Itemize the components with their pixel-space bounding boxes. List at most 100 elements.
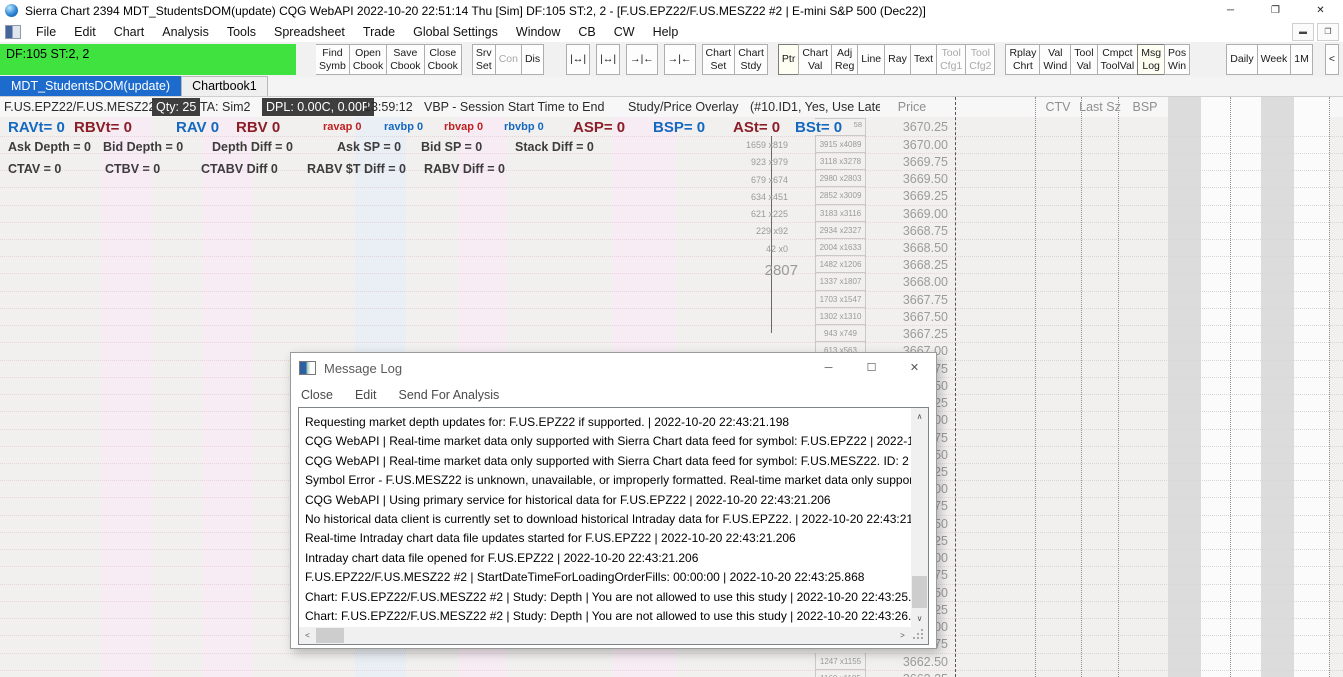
tool-config-2-button[interactable]: Tool Cfg2 <box>965 44 996 75</box>
study-value: RAVt= 0 <box>8 119 65 136</box>
tool-config-1-button[interactable]: Tool Cfg1 <box>936 44 967 75</box>
text-tool-button[interactable]: Text <box>909 44 938 75</box>
message-log-close-button[interactable]: ✕ <box>893 353 936 383</box>
menu-analysis[interactable]: Analysis <box>153 25 218 39</box>
pointer-button[interactable]: Ptr <box>777 44 800 75</box>
chart-studies-button[interactable]: Chart Stdy <box>734 44 768 75</box>
mdi-restore-button[interactable]: ❐ <box>1317 22 1339 41</box>
toolbar-scroll-left-button[interactable]: < <box>1324 44 1339 75</box>
mdi-minimize-button[interactable]: ▬ <box>1292 22 1314 41</box>
vertical-scroll-thumb[interactable] <box>912 576 927 608</box>
log-line: Chart: F.US.EPZ22/F.US.MESZ22 #2 | Study… <box>305 589 911 604</box>
menu-cw[interactable]: CW <box>605 25 644 39</box>
chart-values-button[interactable]: Chart Val <box>798 44 833 75</box>
tool-values-button[interactable]: Tool Val <box>1070 44 1098 75</box>
line-tool-button[interactable]: Line <box>857 44 886 75</box>
close-chartbook-button[interactable]: Close Cbook <box>423 44 462 75</box>
price-cell: 3668.50 <box>902 241 948 255</box>
menu-window[interactable]: Window <box>507 25 569 39</box>
sell-column[interactable] <box>1261 97 1294 677</box>
message-log-menu: Close Edit Send For Analysis <box>291 383 936 407</box>
close-button[interactable]: ✕ <box>1298 0 1343 21</box>
row-gridline <box>955 635 1343 637</box>
column-separator <box>1230 97 1231 677</box>
message-log-text-area[interactable]: Requesting market depth updates for: F.U… <box>299 408 911 627</box>
maximize-button[interactable]: ❐ <box>1253 0 1298 21</box>
scroll-up-icon[interactable]: ∧ <box>911 408 928 425</box>
increase-bar-spacing-alt-button[interactable]: |↔| <box>596 44 621 75</box>
save-chartbook-button[interactable]: Save Cbook <box>386 44 425 75</box>
menu-global-settings[interactable]: Global Settings <box>404 25 507 39</box>
bid-ask-depth-value: 634 x451 <box>750 191 788 202</box>
depth-cell: 2852 x3009 <box>815 187 866 205</box>
chartbook-tab-bar: MDT_StudentsDOM(update) Chartbook1 <box>0 76 1343 97</box>
study-value: ravbp 0 <box>384 121 424 133</box>
menu-chart[interactable]: Chart <box>105 25 154 39</box>
menu-edit[interactable]: Edit <box>65 25 105 39</box>
row-gridline <box>955 256 1343 258</box>
tab-mdt-studentsdom-update-[interactable]: MDT_StudentsDOM(update) <box>0 76 182 96</box>
study-value: ravap 0 <box>323 121 362 133</box>
row-gridline <box>0 342 955 344</box>
menu-tools[interactable]: Tools <box>218 25 265 39</box>
row-gridline <box>0 290 955 292</box>
study-value: RAV 0 <box>176 119 220 136</box>
dom-column-background <box>1201 97 1261 677</box>
disconnect-button[interactable]: Dis <box>520 44 545 75</box>
log-line: Symbol Error - F.US.MESZ22 is unknown, u… <box>305 473 911 488</box>
message-log-menu-edit[interactable]: Edit <box>355 388 377 402</box>
scroll-down-icon[interactable]: ∨ <box>911 610 928 627</box>
resize-grip[interactable] <box>911 627 928 644</box>
week-period-button[interactable]: Week <box>1256 44 1292 75</box>
menu-trade[interactable]: Trade <box>354 25 404 39</box>
status-dpl: DPL: 0.00C, 0.00P <box>262 98 375 116</box>
scroll-left-icon[interactable]: < <box>299 627 316 644</box>
decrease-bar-spacing-alt-button[interactable]: →|← <box>663 44 696 75</box>
minimize-button[interactable]: ─ <box>1208 0 1253 21</box>
menu-cb[interactable]: CB <box>569 25 604 39</box>
study-value: RABV $T Diff = 0 <box>307 162 406 176</box>
row-gridline <box>955 273 1343 275</box>
decrease-bar-spacing-button[interactable]: →|← <box>626 44 658 75</box>
chart-status-line: F.US.EPZ22/F.US.MESZ22 Qty: 25 TA: Sim2 DPL… <box>0 97 1343 117</box>
menu-spreadsheet[interactable]: Spreadsheet <box>265 25 354 39</box>
chart-settings-button[interactable]: Chart Set <box>701 44 736 75</box>
message-log-horizontal-scrollbar[interactable]: < > <box>299 627 911 644</box>
row-gridline <box>955 445 1343 447</box>
row-gridline <box>955 307 1343 309</box>
message-log-button[interactable]: Msg Log <box>1137 44 1166 75</box>
menu-bar: File Edit Chart Analysis Tools Spreadsheet Tra… <box>0 21 1343 42</box>
values-window-button[interactable]: Val Wind <box>1039 44 1072 75</box>
message-log-vertical-scrollbar[interactable]: ∧ ∨ <box>911 408 928 627</box>
price-cell: 3668.25 <box>902 258 948 273</box>
buy-column[interactable] <box>1168 97 1201 677</box>
menu-file[interactable]: File <box>27 25 65 39</box>
server-settings-button[interactable]: Srv Set <box>471 44 496 75</box>
open-chartbook-button[interactable]: Open Cbook <box>348 44 388 75</box>
row-gridline <box>0 273 955 275</box>
price-cell: 3667.50 <box>902 309 948 324</box>
adjust-region-button[interactable]: Adj Reg <box>831 44 859 75</box>
depth-cell: 2934 x2327 <box>815 221 866 239</box>
horizontal-scroll-thumb[interactable] <box>316 628 344 643</box>
tab-chartbook1[interactable]: Chartbook1 <box>181 76 268 96</box>
one-minute-period-button[interactable]: 1M <box>1290 44 1313 75</box>
compact-tool-values-button[interactable]: Cmpct ToolVal <box>1096 44 1139 75</box>
bid-ask-depth-value: 679 x674 <box>750 174 788 185</box>
message-log-minimize-button[interactable]: ─ <box>807 353 850 383</box>
daily-period-button[interactable]: Daily <box>1226 44 1258 75</box>
log-line: F.US.EPZ22/F.US.MESZ22 #2 | StartDateTim… <box>305 570 865 585</box>
replay-chart-button[interactable]: Rplay Chrt <box>1005 44 1041 75</box>
menu-help[interactable]: Help <box>644 25 688 39</box>
find-symbol-button[interactable]: Find Symb <box>316 44 350 75</box>
increase-bar-spacing-button[interactable]: |↔| <box>566 44 591 75</box>
connect-button[interactable]: Con <box>494 44 522 75</box>
message-log-menu-close[interactable]: Close <box>301 388 333 402</box>
message-log-maximize-button[interactable]: ☐ <box>850 353 893 383</box>
study-value: rbvbp 0 <box>504 121 544 133</box>
message-log-menu-send-for-analysis[interactable]: Send For Analysis <box>399 388 500 402</box>
position-window-button[interactable]: Pos Win <box>1164 44 1191 75</box>
study-value: RBVt= 0 <box>74 119 132 136</box>
scroll-right-icon[interactable]: > <box>894 627 911 644</box>
ray-tool-button[interactable]: Ray <box>884 44 911 75</box>
